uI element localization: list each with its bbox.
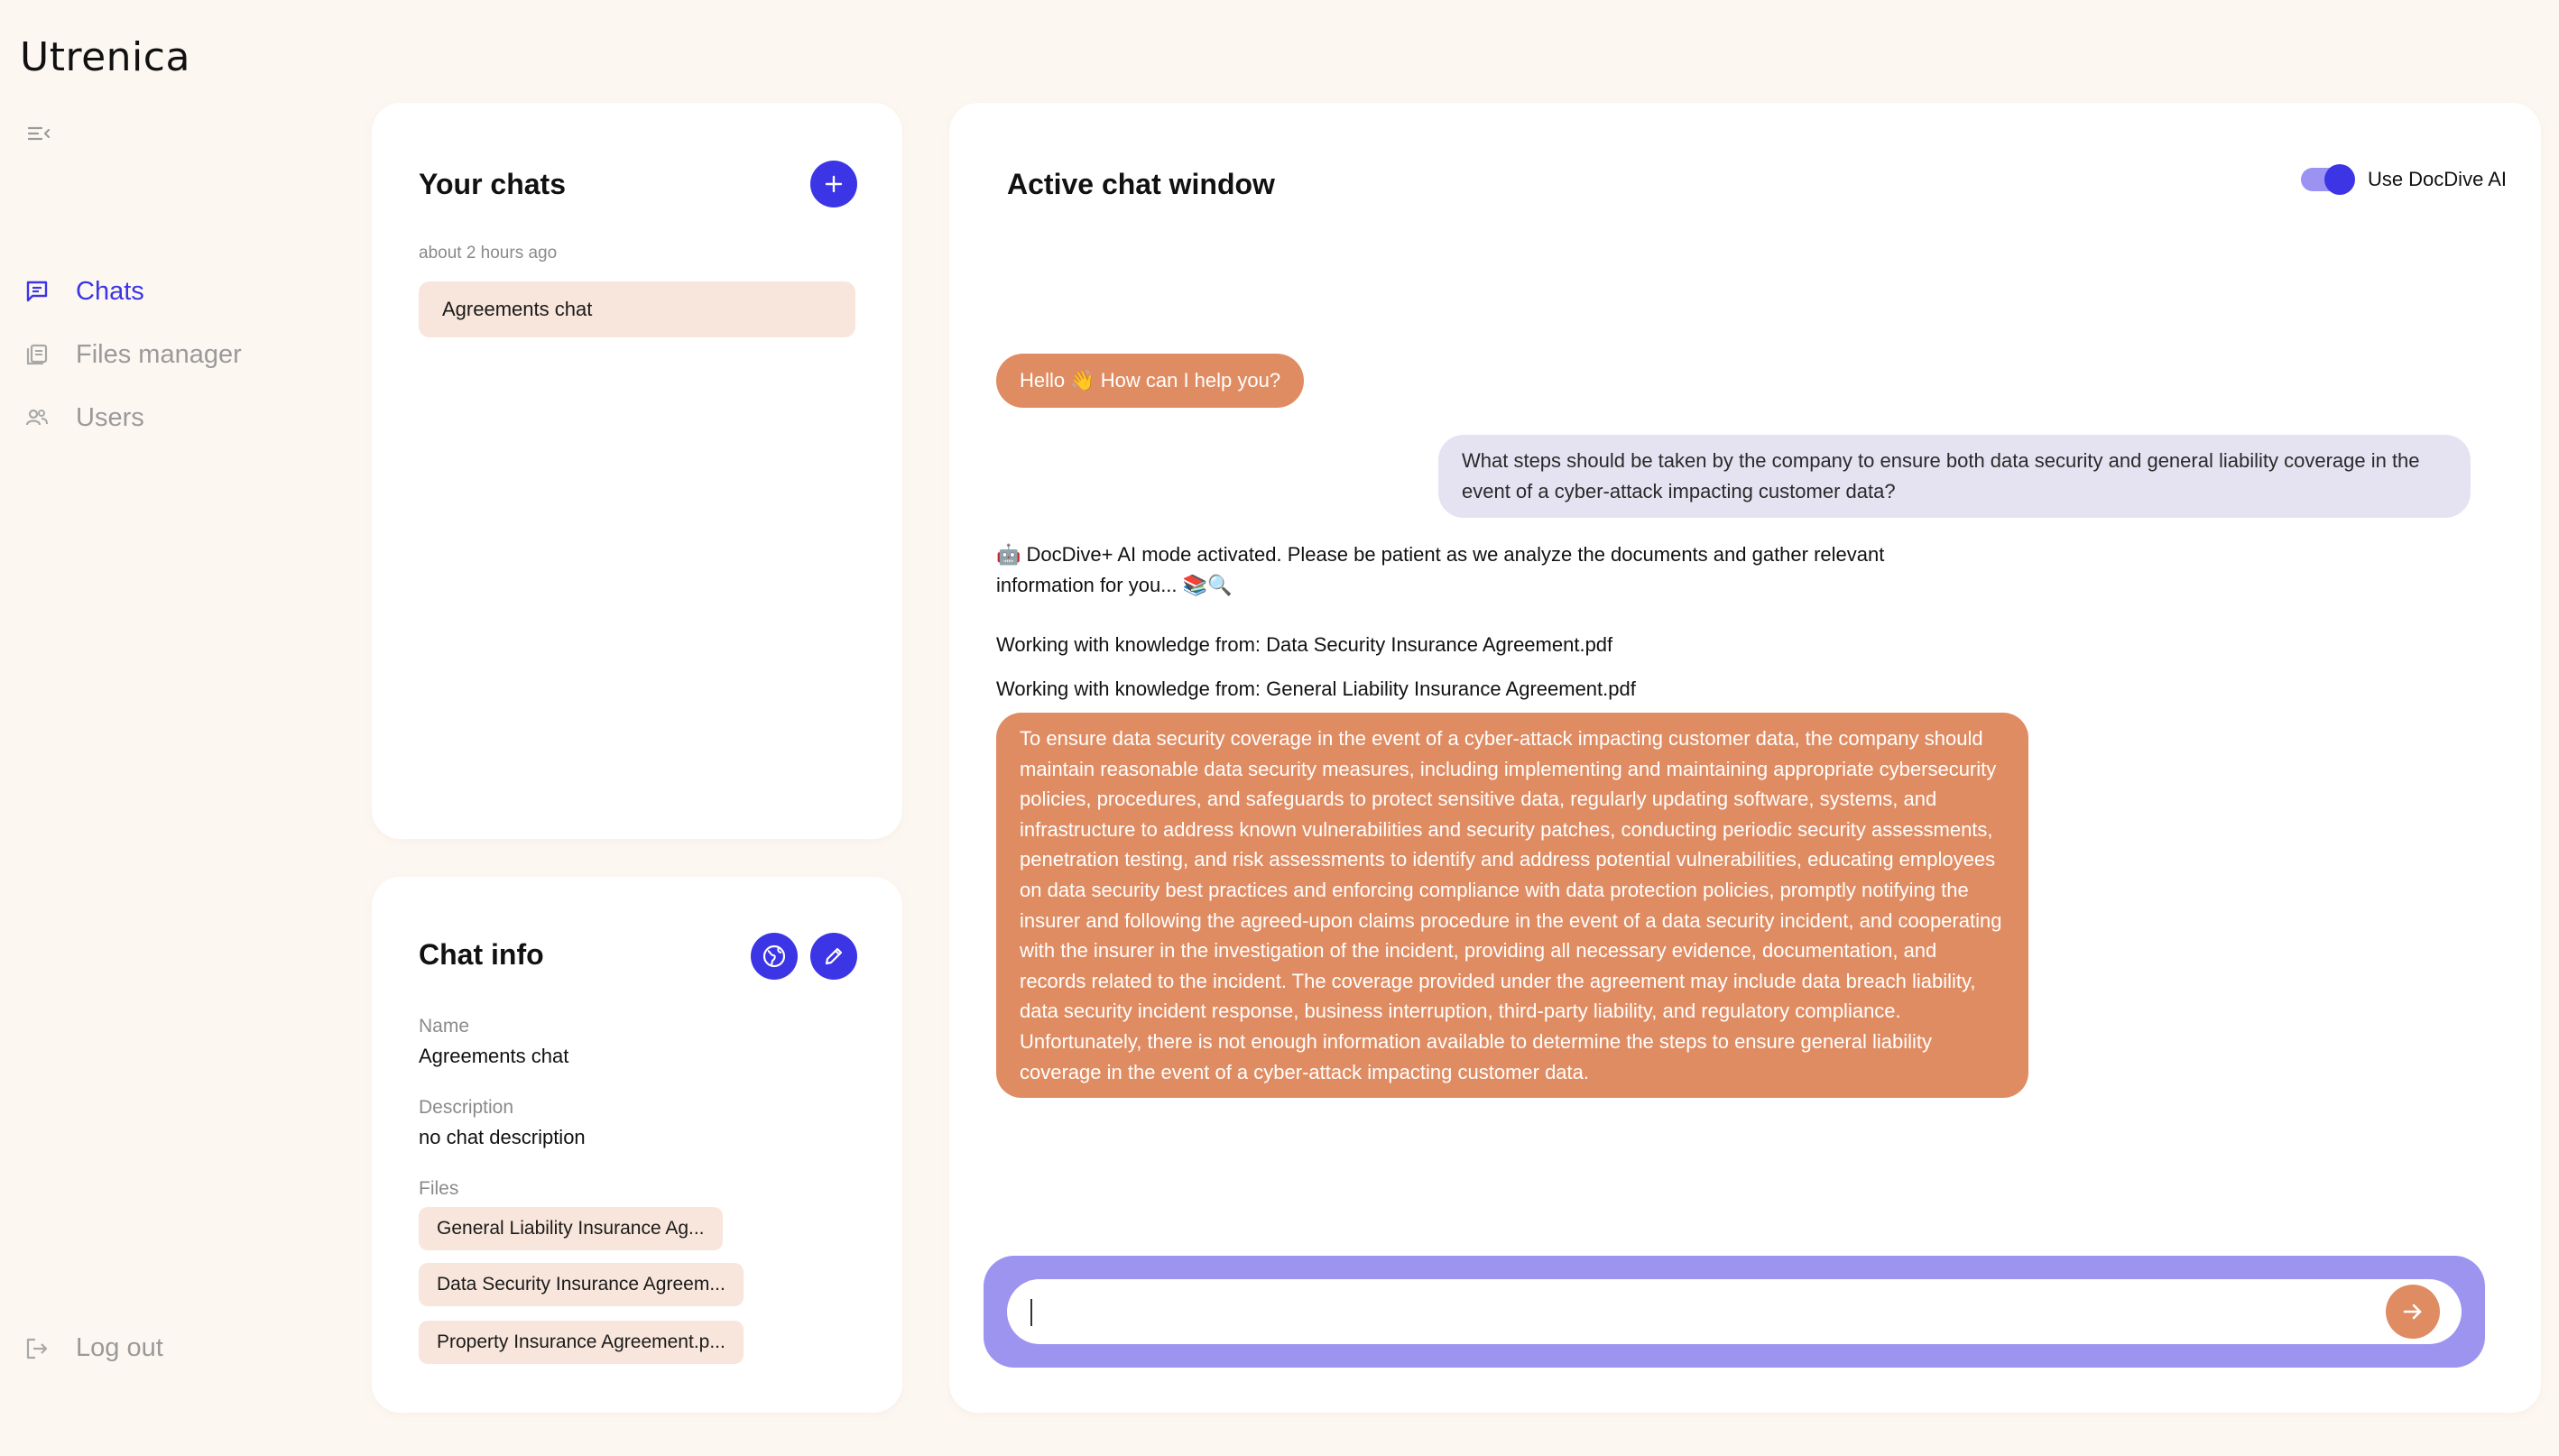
edit-chat-button[interactable] [810, 933, 857, 980]
files-icon [23, 341, 51, 368]
system-message: Working with knowledge from: Data Securi… [996, 633, 1613, 656]
arrow-right-icon [2403, 1304, 2422, 1320]
active-chat-panel: Active chat window Use DocDive AI Hello … [949, 103, 2541, 1413]
file-chip[interactable]: Property Insurance Agreement.p... [419, 1321, 744, 1364]
system-message: 🤖 DocDive+ AI mode activated. Please be … [996, 543, 1885, 596]
name-label: Name [419, 1016, 470, 1037]
sidebar-item-chats[interactable]: Chats [23, 260, 242, 323]
user-message: What steps should be taken by the compan… [1438, 435, 2471, 518]
ai-greeting-message: Hello 👋 How can I help you? [996, 354, 1305, 408]
docdive-ai-toggle[interactable] [2300, 164, 2355, 195]
active-chat-title: Active chat window [1007, 168, 1275, 200]
message-composer [984, 1256, 2485, 1368]
chats-panel-title: Your chats [419, 168, 566, 200]
ai-answer-message: To ensure data security coverage in the … [996, 713, 2028, 1099]
chat-list-item[interactable]: Agreements chat [419, 281, 855, 337]
description-label: Description [419, 1097, 514, 1118]
toggle-knob [2323, 164, 2355, 195]
logout-label: Log out [76, 1333, 163, 1362]
text-caret [1030, 1299, 1032, 1326]
sidebar-nav: Chats Files manager Users [23, 260, 242, 449]
sidebar-collapse-icon[interactable] [27, 123, 52, 144]
plus-icon [825, 175, 843, 193]
globe-icon [762, 945, 786, 968]
logout-icon [23, 1335, 51, 1362]
name-value: Agreements chat [419, 1045, 569, 1067]
docdive-toggle-group: Use DocDive AI [2300, 164, 2507, 195]
message-input[interactable] [1007, 1279, 2462, 1344]
sidebar-item-label: Files manager [76, 339, 242, 369]
app-logo: Utrenica [20, 34, 190, 80]
logout-button[interactable]: Log out [23, 1333, 163, 1363]
users-icon [23, 404, 51, 431]
file-chip[interactable]: General Liability Insurance Ag... [419, 1207, 723, 1250]
chat-list-item-label: Agreements chat [442, 298, 593, 320]
system-message: Working with knowledge from: General Lia… [996, 677, 1636, 700]
chats-panel: Your chats about 2 hours ago Agreements … [372, 103, 902, 839]
chat-group-time: about 2 hours ago [419, 244, 558, 263]
add-chat-button[interactable] [810, 161, 857, 207]
send-button[interactable] [2386, 1285, 2440, 1339]
sidebar-item-users[interactable]: Users [23, 386, 242, 449]
files-label: Files [419, 1178, 459, 1199]
chat-icon [23, 278, 51, 305]
description-value: no chat description [419, 1126, 586, 1148]
share-chat-button[interactable] [751, 933, 798, 980]
sidebar-item-label: Chats [76, 276, 144, 306]
chat-info-title: Chat info [419, 938, 544, 971]
sidebar-item-files-manager[interactable]: Files manager [23, 323, 242, 386]
file-chip[interactable]: Data Security Insurance Agreem... [419, 1263, 744, 1306]
chat-info-panel: Chat info Name Agreements chat Descripti… [372, 877, 902, 1413]
sidebar-item-label: Users [76, 402, 144, 432]
docdive-toggle-label: Use DocDive AI [2367, 168, 2507, 190]
pencil-icon [825, 947, 843, 965]
